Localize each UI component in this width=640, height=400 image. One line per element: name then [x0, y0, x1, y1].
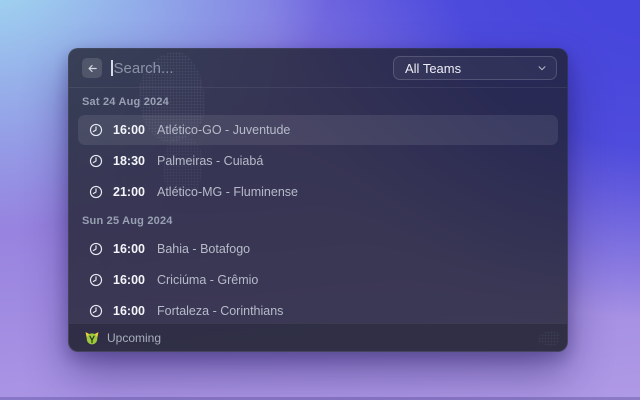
- section-date: Sun 25 Aug 2024: [82, 215, 173, 227]
- clock-icon: [89, 242, 103, 256]
- status-label: Upcoming: [107, 330, 162, 345]
- date-section: Sun 25 Aug 2024 16:00 Bahia - Botafogo 1…: [78, 215, 558, 323]
- match-fixture: Atlético-GO - Juventude: [156, 123, 291, 137]
- match-list: Sat 24 Aug 2024 16:00 Atlético-GO - Juve…: [69, 88, 567, 323]
- search-input[interactable]: [113, 59, 384, 77]
- back-button[interactable]: [82, 58, 102, 78]
- match-row[interactable]: 16:00 Atlético-GO - Juventude: [78, 115, 558, 145]
- match-row[interactable]: 16:00 Bahia - Botafogo: [78, 234, 558, 264]
- match-fixture: Fortaleza - Corinthians: [156, 304, 284, 318]
- team-filter-value: All Teams: [405, 60, 462, 76]
- search-field-wrap: [111, 59, 384, 77]
- clock-icon: [89, 304, 103, 318]
- arrow-left-icon: [87, 64, 97, 72]
- section-date: Sat 24 Aug 2024: [82, 96, 169, 108]
- match-fixture: Criciúma - Grêmio: [156, 273, 259, 287]
- match-time: 16:00: [113, 273, 145, 287]
- match-row[interactable]: 16:00 Fortaleza - Corinthians: [78, 296, 558, 323]
- clock-icon: [89, 123, 103, 137]
- clock-icon: [89, 185, 103, 199]
- clock-icon: [89, 273, 103, 287]
- match-row[interactable]: 21:00 Atlético-MG - Fluminense: [78, 177, 558, 207]
- search-header: All Teams: [69, 49, 567, 88]
- section-rows: 16:00 Bahia - Botafogo 16:00 Criciúma - …: [78, 234, 558, 323]
- brasileirao-league-icon: [85, 331, 99, 344]
- match-time: 21:00: [113, 185, 145, 199]
- search-window: All Teams Sat 24 Aug 2024 16:00 Atlético…: [68, 48, 568, 352]
- match-fixture: Atlético-MG - Fluminense: [156, 185, 298, 199]
- desktop-gradient-background: All Teams Sat 24 Aug 2024 16:00 Atlético…: [0, 0, 640, 400]
- section-rows: 16:00 Atlético-GO - Juventude 18:30 Palm…: [78, 115, 558, 207]
- match-row[interactable]: 18:30 Palmeiras - Cuiabá: [78, 146, 558, 176]
- date-section: Sat 24 Aug 2024 16:00 Atlético-GO - Juve…: [78, 96, 558, 207]
- text-caret: [111, 60, 113, 76]
- match-fixture: Bahia - Botafogo: [156, 242, 251, 256]
- dither-noise-texture: [538, 331, 560, 346]
- match-time: 16:00: [113, 304, 145, 318]
- match-row[interactable]: 16:00 Criciúma - Grêmio: [78, 265, 558, 295]
- match-time: 16:00: [113, 123, 145, 137]
- chevron-down-icon: [538, 66, 546, 71]
- team-filter-dropdown[interactable]: All Teams: [393, 56, 557, 80]
- match-time: 16:00: [113, 242, 145, 256]
- clock-icon: [89, 154, 103, 168]
- status-bar: Upcoming: [69, 323, 567, 351]
- match-fixture: Palmeiras - Cuiabá: [156, 154, 264, 168]
- match-time: 18:30: [113, 154, 145, 168]
